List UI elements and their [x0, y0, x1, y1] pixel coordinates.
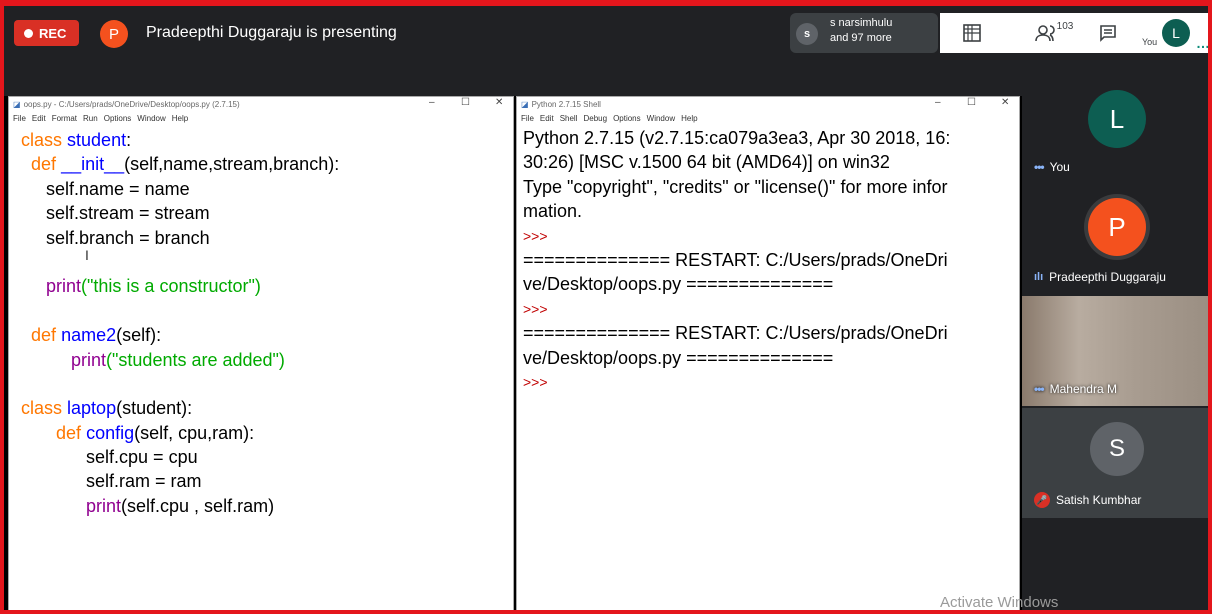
menu-options[interactable]: Options — [613, 114, 641, 123]
code-line: def name2(self): — [31, 325, 162, 346]
participant-tile[interactable]: S 🎤 Satish Kumbhar — [1022, 408, 1212, 518]
self-avatar[interactable]: L — [1162, 19, 1190, 47]
shell-prompt: >>> — [523, 373, 548, 390]
record-dot-icon — [24, 28, 33, 38]
shell-line: ve/Desktop/oops.py ============== — [523, 347, 834, 368]
shell-line: mation. — [523, 201, 583, 222]
menu-window[interactable]: Window — [137, 114, 165, 123]
presenter-avatar: P — [100, 20, 128, 48]
editor-menubar: File Edit Format Run Options Window Help — [9, 111, 513, 125]
text-cursor-icon: I — [85, 247, 89, 263]
people-icon — [1034, 25, 1055, 42]
code-line: def config(self, cpu,ram): — [56, 422, 255, 443]
you-label: You — [1142, 37, 1158, 47]
viewers-line1: s narsimhulu — [830, 17, 893, 29]
participant-name-row: ••• Mahendra M — [1034, 382, 1117, 396]
viewers-chip[interactable]: s s narsimhulu and 97 more — [790, 13, 938, 53]
minimize-button[interactable]: – — [935, 97, 941, 108]
shell-line: ve/Desktop/oops.py ============== — [523, 274, 834, 295]
menu-edit[interactable]: Edit — [32, 114, 46, 123]
rec-label: REC — [39, 25, 67, 41]
code-line: print("students are added") — [71, 349, 285, 370]
muted-mic-icon: 🎤 — [1034, 492, 1050, 508]
shell-line: Type "copyright", "credits" or "license(… — [523, 176, 948, 197]
participant-avatar: P — [1088, 198, 1146, 256]
maximize-button[interactable]: ☐ — [461, 97, 470, 108]
more-dots-icon[interactable]: ••• — [1034, 160, 1045, 174]
shell-prompt: >>> — [523, 300, 548, 317]
python-file-icon: ◪ — [13, 99, 21, 109]
viewers-line2: and 97 more — [830, 32, 892, 44]
code-line: self.name = name — [46, 178, 190, 199]
shell-menubar: File Edit Shell Debug Options Window Hel… — [517, 111, 1019, 125]
code-line: class student: — [21, 130, 132, 150]
code-line: print("this is a constructor") — [46, 276, 261, 297]
menu-help[interactable]: Help — [681, 114, 697, 123]
shell-output[interactable]: Python 2.7.15 (v2.7.15:ca079a3ea3, Apr 3… — [517, 125, 1019, 394]
menu-edit[interactable]: Edit — [540, 114, 554, 123]
participants-button[interactable]: 103 — [1026, 13, 1082, 53]
shell-line: Python 2.7.15 (v2.7.15:ca079a3ea3, Apr 3… — [523, 128, 951, 148]
presenting-status: Pradeepthi Duggaraju is presenting — [146, 24, 397, 41]
participant-avatar: L — [1088, 90, 1146, 148]
participants-sidebar: L ••• You P ılı Pradeepthi Duggaraju •••… — [1022, 74, 1212, 614]
shell-prompt: >>> — [523, 227, 548, 244]
close-button[interactable]: ✕ — [495, 97, 503, 108]
editor-window: ◪ oops.py - C:/Users/prads/OneDrive/Desk… — [8, 96, 514, 614]
participant-name-row: ılı Pradeepthi Duggaraju — [1034, 270, 1166, 284]
shell-titlebar: ◪ Python 2.7.15 Shell – ☐ ✕ — [517, 97, 1019, 111]
menu-help[interactable]: Help — [172, 114, 188, 123]
code-line: def __init__(self,name,stream,branch): — [31, 154, 340, 175]
code-line: self.ram = ram — [86, 471, 202, 492]
menu-file[interactable]: File — [521, 114, 534, 123]
shell-line: ============== RESTART: C:/Users/prads/O… — [523, 323, 948, 344]
editor-title: oops.py - C:/Users/prads/OneDrive/Deskto… — [23, 99, 240, 109]
shell-title: Python 2.7.15 Shell — [531, 99, 601, 109]
code-line: self.stream = stream — [46, 203, 210, 224]
menu-format[interactable]: Format — [52, 114, 77, 123]
participants-count: 103 — [1056, 20, 1074, 32]
close-button[interactable]: ✕ — [1001, 97, 1009, 108]
shell-window: ◪ Python 2.7.15 Shell – ☐ ✕ File Edit Sh… — [516, 96, 1020, 614]
participant-tile[interactable]: L ••• You — [1022, 74, 1212, 184]
code-line: class laptop(student): — [21, 398, 193, 419]
more-dots-icon[interactable]: ••• — [1034, 382, 1045, 396]
chat-icon[interactable] — [1090, 13, 1126, 53]
code-line: print(self.cpu , self.ram) — [86, 495, 275, 516]
participant-avatar: S — [1090, 422, 1144, 476]
activate-windows-watermark: Activate Windows — [940, 594, 1059, 611]
participant-name: You — [1049, 160, 1070, 174]
python-shell-icon: ◪ — [521, 99, 529, 109]
participant-name: Mahendra M — [1049, 382, 1117, 396]
maximize-button[interactable]: ☐ — [967, 97, 976, 108]
participant-name-row: ••• You — [1034, 160, 1070, 174]
shell-line: 30:26) [MSC v.1500 64 bit (AMD64)] on wi… — [523, 152, 890, 173]
shell-line: ============== RESTART: C:/Users/prads/O… — [523, 249, 948, 270]
menu-file[interactable]: File — [13, 114, 26, 123]
minimize-button[interactable]: – — [429, 97, 435, 108]
editor-titlebar: ◪ oops.py - C:/Users/prads/OneDrive/Desk… — [9, 97, 513, 111]
more-options-icon[interactable]: … — [1196, 35, 1210, 51]
participant-tile[interactable]: P ılı Pradeepthi Duggaraju — [1022, 184, 1212, 294]
menu-debug[interactable]: Debug — [583, 114, 607, 123]
menu-run[interactable]: Run — [83, 114, 98, 123]
participant-name: Pradeepthi Duggaraju — [1049, 270, 1166, 284]
code-line: self.branch = branch — [46, 227, 210, 248]
menu-options[interactable]: Options — [104, 114, 132, 123]
participant-name-row: 🎤 Satish Kumbhar — [1034, 492, 1141, 508]
viewer-avatar: s — [796, 23, 818, 45]
participant-name: Satish Kumbhar — [1056, 493, 1142, 507]
code-editor[interactable]: class student: def __init__(self,name,st… — [9, 125, 513, 518]
speaking-indicator-icon: ılı — [1034, 271, 1044, 283]
meeting-controls: 103 You L … — [940, 13, 1212, 53]
layout-grid-icon[interactable] — [954, 13, 990, 53]
menu-window[interactable]: Window — [647, 114, 675, 123]
recording-badge: REC — [14, 20, 79, 46]
menu-shell[interactable]: Shell — [560, 114, 578, 123]
participant-video-tile[interactable]: ••• Mahendra M — [1022, 296, 1212, 406]
code-line: self.cpu = cpu — [86, 447, 198, 468]
